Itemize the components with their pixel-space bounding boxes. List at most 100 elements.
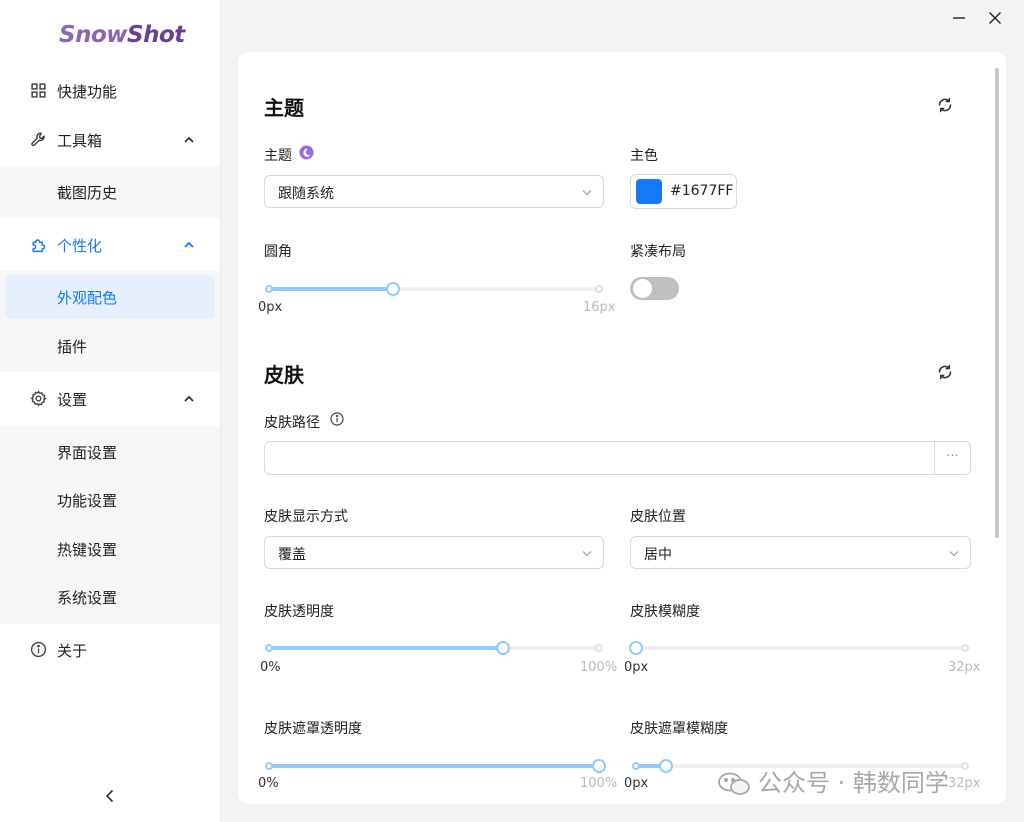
skin-mask-opacity-min-mark: 0% bbox=[258, 776, 279, 791]
skin-section-title: 皮肤 bbox=[264, 363, 304, 387]
nav-function-settings-label: 功能设置 bbox=[57, 491, 118, 510]
skin-opacity-max-mark: 100% bbox=[580, 660, 618, 675]
skin-position-label: 皮肤位置 bbox=[630, 509, 686, 525]
settings-submenu: 界面设置 功能设置 热键设置 系统设置 bbox=[0, 426, 220, 624]
minimize-icon[interactable] bbox=[949, 8, 969, 28]
skin-mask-opacity-max-mark: 100% bbox=[580, 776, 618, 791]
skin-opacity-label: 皮肤透明度 bbox=[264, 604, 334, 620]
skin-opacity-slider[interactable] bbox=[265, 641, 603, 655]
info-icon[interactable] bbox=[330, 412, 344, 426]
nav-function-settings[interactable]: 功能设置 bbox=[0, 478, 220, 522]
skin-blur-slider[interactable] bbox=[629, 641, 969, 655]
primary-color-label: 主色 bbox=[630, 148, 658, 164]
slider-handle[interactable] bbox=[496, 641, 511, 655]
slider-min-dot bbox=[265, 762, 273, 770]
slider-min-dot bbox=[265, 285, 273, 293]
moon-icon bbox=[299, 145, 314, 160]
collapse-sidebar-icon[interactable] bbox=[100, 786, 120, 806]
slider-handle[interactable] bbox=[629, 641, 643, 655]
nav-toolbox-label: 工具箱 bbox=[57, 131, 103, 150]
skin-path-label: 皮肤路径 bbox=[264, 415, 320, 431]
sidebar: SnowShot 快捷功能 工具箱 截图历史 个性化 外观配色 插件 设置 界面… bbox=[0, 0, 221, 822]
wrench-icon bbox=[31, 132, 45, 147]
slider-rail bbox=[636, 646, 965, 650]
radius-min-mark: 0px bbox=[258, 300, 283, 315]
chevron-down-icon bbox=[949, 551, 959, 557]
nav-plugins-label: 插件 bbox=[57, 337, 88, 356]
app-logo: SnowShot bbox=[59, 22, 185, 48]
chevron-up-icon bbox=[184, 395, 194, 402]
nav-system-settings-label: 系统设置 bbox=[57, 588, 118, 607]
skin-blur-max-mark: 32px bbox=[948, 660, 981, 675]
nav-personalize[interactable]: 个性化 bbox=[0, 223, 220, 267]
slider-max-dot bbox=[595, 285, 603, 293]
nav-about[interactable]: 关于 bbox=[0, 628, 220, 672]
nav-personalize-label: 个性化 bbox=[57, 236, 103, 255]
chevron-up-icon bbox=[184, 136, 194, 143]
browse-button[interactable]: ··· bbox=[934, 442, 970, 474]
slider-max-dot bbox=[961, 644, 969, 652]
theme-select[interactable]: 跟随系统 bbox=[264, 175, 604, 208]
slider-track bbox=[269, 287, 393, 291]
theme-section-title: 主题 bbox=[264, 96, 304, 120]
skin-blur-label: 皮肤模糊度 bbox=[630, 604, 700, 620]
chevron-down-icon bbox=[582, 551, 592, 557]
chevron-down-icon bbox=[582, 190, 592, 196]
skin-mask-blur-label: 皮肤遮罩模糊度 bbox=[630, 721, 728, 737]
nav-quick-functions-label: 快捷功能 bbox=[57, 82, 118, 101]
settings-panel bbox=[238, 52, 1006, 804]
toolbox-submenu: 截图历史 bbox=[0, 166, 220, 218]
skin-mask-opacity-label: 皮肤遮罩透明度 bbox=[264, 721, 362, 737]
theme-label: 主题 bbox=[264, 148, 292, 164]
watermark-text: 公众号 · 韩数同学 bbox=[758, 769, 949, 797]
slider-handle[interactable] bbox=[385, 282, 400, 296]
skin-mask-blur-min-mark: 0px bbox=[624, 776, 649, 791]
personalize-submenu: 外观配色 插件 bbox=[0, 271, 220, 372]
reset-icon[interactable] bbox=[936, 363, 954, 381]
slider-max-dot bbox=[595, 644, 603, 652]
grid-icon bbox=[31, 83, 46, 98]
nav-system-settings[interactable]: 系统设置 bbox=[0, 575, 220, 619]
skin-display-value: 覆盖 bbox=[278, 547, 306, 563]
skin-mask-blur-max-mark: 32px bbox=[948, 776, 981, 791]
watermark: 公众号 · 韩数同学 bbox=[716, 763, 949, 798]
close-icon[interactable] bbox=[985, 8, 1005, 28]
slider-track bbox=[269, 764, 599, 768]
nav-about-label: 关于 bbox=[57, 641, 88, 660]
nav-hotkey-settings-label: 热键设置 bbox=[57, 540, 118, 559]
nav-appearance-colors-label: 外观配色 bbox=[57, 288, 118, 307]
nav-toolbox[interactable]: 工具箱 bbox=[0, 118, 220, 162]
skin-blur-min-mark: 0px bbox=[624, 660, 649, 675]
nav-quick-functions[interactable]: 快捷功能 bbox=[0, 69, 220, 113]
nav-appearance-colors[interactable]: 外观配色 bbox=[5, 275, 215, 319]
nav-hotkey-settings[interactable]: 热键设置 bbox=[0, 527, 220, 571]
radius-label: 圆角 bbox=[264, 244, 292, 260]
skin-display-select[interactable]: 覆盖 bbox=[264, 536, 604, 569]
skin-position-select[interactable]: 居中 bbox=[630, 536, 971, 569]
nav-ui-settings[interactable]: 界面设置 bbox=[0, 430, 220, 474]
skin-position-value: 居中 bbox=[644, 547, 672, 563]
nav-ui-settings-label: 界面设置 bbox=[57, 443, 118, 462]
slider-min-dot bbox=[265, 644, 273, 652]
wechat-icon bbox=[718, 772, 750, 795]
nav-settings[interactable]: 设置 bbox=[0, 377, 220, 421]
nav-screenshot-history-label: 截图历史 bbox=[57, 183, 118, 202]
skin-path-input[interactable]: ··· bbox=[264, 441, 971, 475]
radius-slider[interactable] bbox=[265, 282, 603, 296]
skin-display-label: 皮肤显示方式 bbox=[264, 509, 348, 525]
scrollbar-thumb[interactable] bbox=[995, 68, 999, 538]
primary-color-picker[interactable]: #1677FF bbox=[630, 174, 737, 209]
compact-layout-toggle[interactable] bbox=[630, 277, 679, 300]
puzzle-icon bbox=[32, 239, 46, 253]
compact-layout-label: 紧凑布局 bbox=[630, 244, 686, 260]
skin-mask-opacity-slider[interactable] bbox=[265, 759, 606, 773]
slider-handle[interactable] bbox=[658, 759, 673, 773]
nav-plugins[interactable]: 插件 bbox=[0, 324, 220, 368]
slider-max-dot bbox=[961, 762, 969, 770]
slider-handle[interactable] bbox=[592, 759, 606, 773]
reset-icon[interactable] bbox=[936, 96, 954, 114]
info-icon bbox=[30, 641, 47, 658]
theme-select-value: 跟随系统 bbox=[278, 186, 334, 202]
primary-color-value: #1677FF bbox=[670, 183, 734, 199]
nav-screenshot-history[interactable]: 截图历史 bbox=[0, 170, 220, 214]
